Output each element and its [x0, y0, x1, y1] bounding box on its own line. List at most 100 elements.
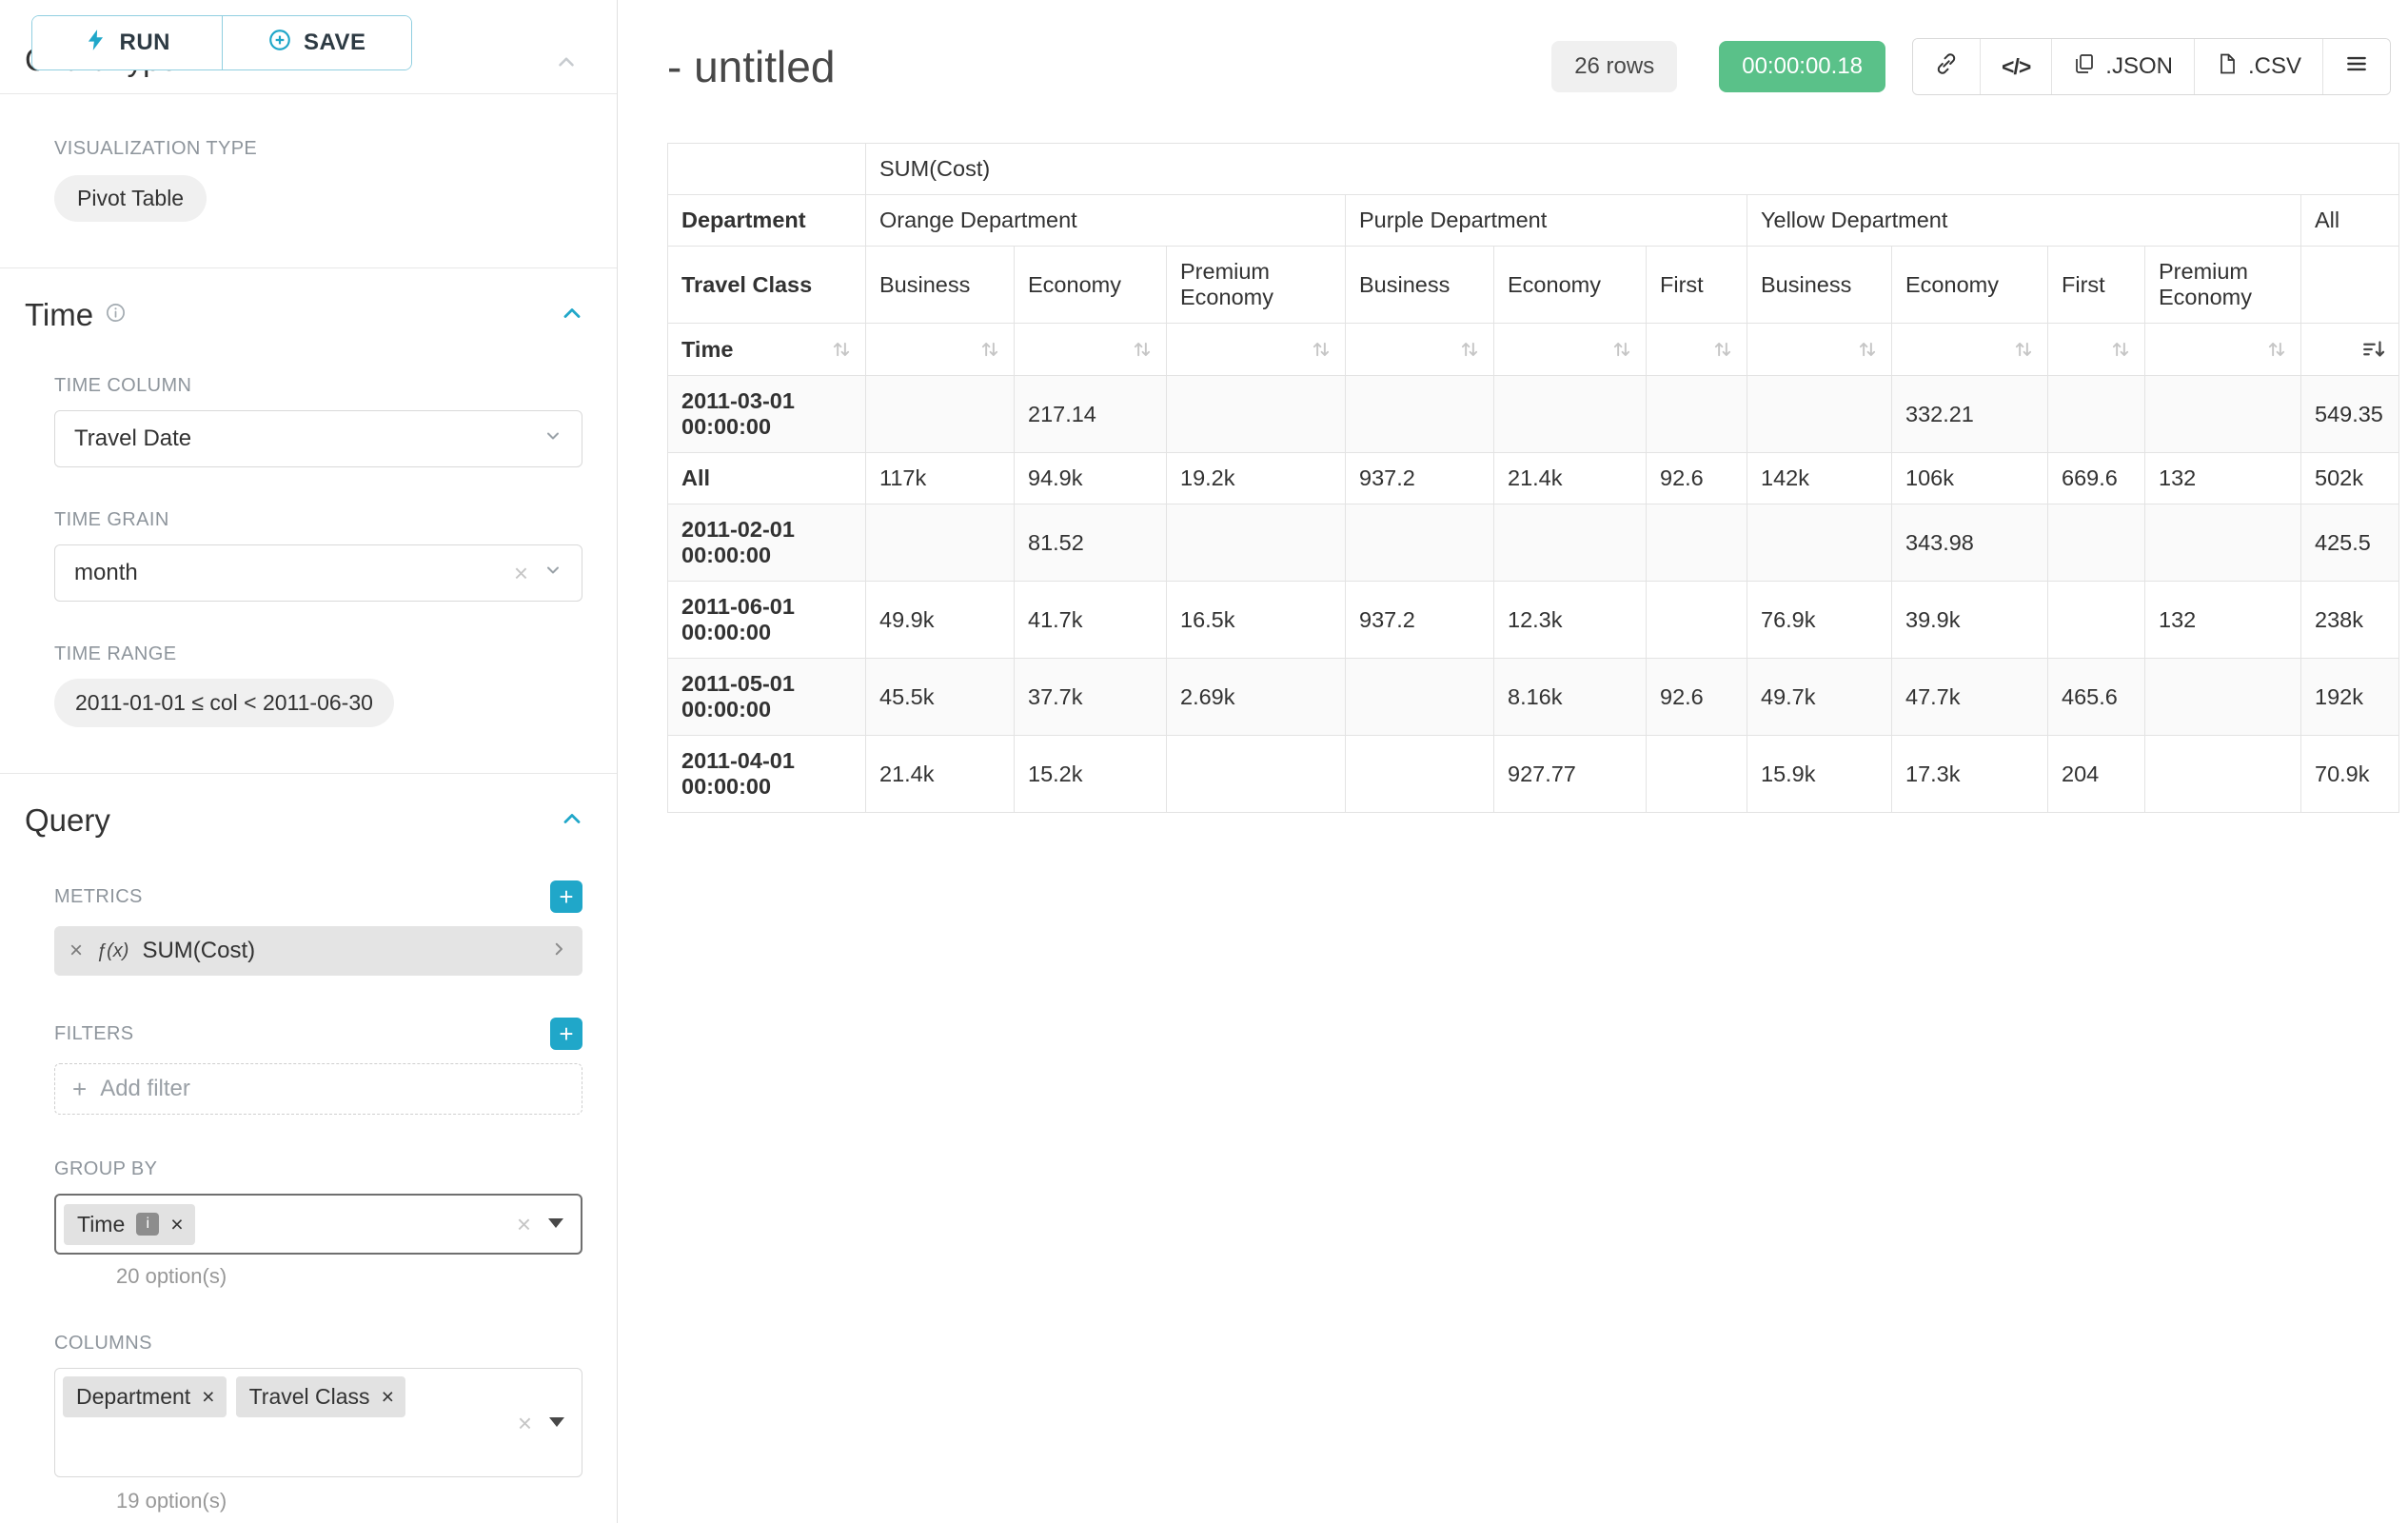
- group-by-select[interactable]: Time i × ×: [54, 1194, 582, 1255]
- value-cell: 12.3k: [1494, 582, 1647, 659]
- subcolumns-axis-label: Travel Class: [668, 247, 866, 324]
- section-divider: [0, 773, 617, 774]
- visualization-type-value[interactable]: Pivot Table: [54, 175, 207, 222]
- add-filter-plus-button[interactable]: +: [550, 1018, 582, 1050]
- columns-select[interactable]: Department × Travel Class × ×: [54, 1368, 582, 1477]
- group-by-options-hint: 20 option(s): [116, 1264, 582, 1289]
- value-cell: 70.9k: [2301, 736, 2399, 813]
- sort-icon[interactable]: [1611, 339, 1632, 360]
- metric-name: SUM(Cost): [142, 938, 255, 964]
- pivot-metric-row: SUM(Cost): [668, 144, 2399, 195]
- column-sort-cell: [2145, 324, 2301, 376]
- time-grain-select[interactable]: month ×: [54, 544, 582, 602]
- sort-icon[interactable]: [1311, 339, 1332, 360]
- visualization-type-label: VISUALIZATION TYPE: [54, 138, 582, 160]
- run-button-label: RUN: [120, 30, 171, 56]
- copy-icon: [2073, 52, 2096, 82]
- remove-tag-icon[interactable]: ×: [170, 1214, 183, 1236]
- time-section-header[interactable]: Time: [25, 297, 585, 333]
- remove-tag-icon[interactable]: ×: [382, 1386, 394, 1408]
- export-json-label: .JSON: [2105, 53, 2173, 80]
- value-cell: 21.4k: [866, 736, 1015, 813]
- add-filter-button[interactable]: + Add filter: [54, 1063, 582, 1115]
- sort-desc-active-icon[interactable]: [2362, 338, 2385, 361]
- department-group-header: Yellow Department: [1747, 195, 2301, 247]
- sort-icon[interactable]: [1459, 339, 1480, 360]
- run-button[interactable]: RUN: [32, 16, 223, 69]
- select-right-controls: ×: [517, 1212, 563, 1236]
- value-cell: [2145, 376, 2301, 453]
- chevron-down-icon: [543, 560, 563, 586]
- clear-icon[interactable]: ×: [518, 1411, 532, 1435]
- value-cell: 937.2: [1346, 453, 1494, 504]
- sort-icon[interactable]: [1857, 339, 1878, 360]
- sort-icon[interactable]: [979, 339, 1000, 360]
- info-icon: [105, 302, 127, 328]
- view-query-button[interactable]: </>: [1980, 39, 2051, 94]
- department-group-header: Purple Department: [1346, 195, 1747, 247]
- group-by-tag-label: Time: [77, 1212, 125, 1237]
- link-icon: [1934, 51, 1959, 83]
- chart-menu-button[interactable]: [2322, 39, 2390, 94]
- remove-tag-icon[interactable]: ×: [202, 1386, 214, 1408]
- clear-icon[interactable]: ×: [514, 561, 528, 585]
- columns-tag: Travel Class ×: [236, 1376, 405, 1417]
- add-metric-button[interactable]: +: [550, 880, 582, 913]
- share-link-button[interactable]: [1913, 39, 1980, 94]
- columns-tag-label: Travel Class: [249, 1384, 370, 1410]
- sort-icon[interactable]: [2266, 339, 2287, 360]
- sort-icon[interactable]: [2110, 339, 2131, 360]
- chart-title[interactable]: - untitled: [667, 41, 835, 92]
- collapse-section-icon[interactable]: [559, 300, 585, 331]
- column-sort-cell: [1647, 324, 1747, 376]
- sort-icon[interactable]: [2013, 339, 2034, 360]
- chart-header: - untitled 26 rows 00:00:00.18 </> .JSON: [667, 29, 2391, 105]
- column-sort-cell: [1494, 324, 1647, 376]
- save-button[interactable]: SAVE: [223, 16, 412, 69]
- value-cell: 39.9k: [1892, 582, 2048, 659]
- function-icon: ƒ(x): [96, 940, 128, 962]
- value-cell: 937.2: [1346, 582, 1494, 659]
- export-csv-button[interactable]: .CSV: [2194, 39, 2322, 94]
- travel-class-header: First: [2048, 247, 2145, 324]
- pivot-data-row: All117k94.9k19.2k937.221.4k92.6142k106k6…: [668, 453, 2399, 504]
- query-section-heading: Query: [25, 802, 110, 839]
- sort-icon[interactable]: [831, 339, 852, 360]
- pivot-data-row: 2011-04-01 00:00:0021.4k15.2k927.7715.9k…: [668, 736, 2399, 813]
- row-label: 2011-04-01 00:00:00: [668, 736, 866, 813]
- collapse-section-icon[interactable]: [559, 805, 585, 837]
- value-cell: 142k: [1747, 453, 1892, 504]
- value-cell: 549.35: [2301, 376, 2399, 453]
- time-range-value[interactable]: 2011-01-01 ≤ col < 2011-06-30: [54, 679, 394, 727]
- pivot-table: SUM(Cost)DepartmentOrange DepartmentPurp…: [667, 143, 2399, 813]
- metric-header: SUM(Cost): [866, 144, 2399, 195]
- select-right-controls: ×: [518, 1411, 564, 1435]
- save-button-label: SAVE: [304, 30, 366, 56]
- sort-icon[interactable]: [1712, 339, 1733, 360]
- all-subcolumn-blank: [2301, 247, 2399, 324]
- chart-type-collapse-icon[interactable]: [554, 49, 579, 79]
- export-json-button[interactable]: .JSON: [2051, 39, 2194, 94]
- metric-item[interactable]: × ƒ(x) SUM(Cost): [54, 926, 582, 976]
- row-label: All: [668, 453, 866, 504]
- caret-down-icon[interactable]: [548, 1216, 563, 1233]
- remove-metric-icon[interactable]: ×: [69, 940, 83, 962]
- value-cell: [1346, 736, 1494, 813]
- row-count-badge: 26 rows: [1551, 41, 1677, 92]
- query-section-header[interactable]: Query: [25, 802, 585, 839]
- pivot-data-row: 2011-03-01 00:00:00217.14332.21549.35: [668, 376, 2399, 453]
- caret-down-icon[interactable]: [549, 1414, 564, 1432]
- sort-icon[interactable]: [1132, 339, 1153, 360]
- row-label: 2011-03-01 00:00:00: [668, 376, 866, 453]
- value-cell: [1346, 659, 1494, 736]
- value-cell: 669.6: [2048, 453, 2145, 504]
- value-cell: [866, 376, 1015, 453]
- time-column-select[interactable]: Travel Date: [54, 410, 582, 467]
- chevron-right-icon[interactable]: [550, 940, 567, 962]
- query-controls: METRICS + × ƒ(x) SUM(Cost) FILTERS + + A…: [54, 880, 582, 1513]
- value-cell: 15.9k: [1747, 736, 1892, 813]
- clear-icon[interactable]: ×: [517, 1212, 531, 1236]
- value-cell: 17.3k: [1892, 736, 2048, 813]
- row-label: 2011-02-01 00:00:00: [668, 504, 866, 582]
- filters-label-row: FILTERS +: [54, 1018, 582, 1050]
